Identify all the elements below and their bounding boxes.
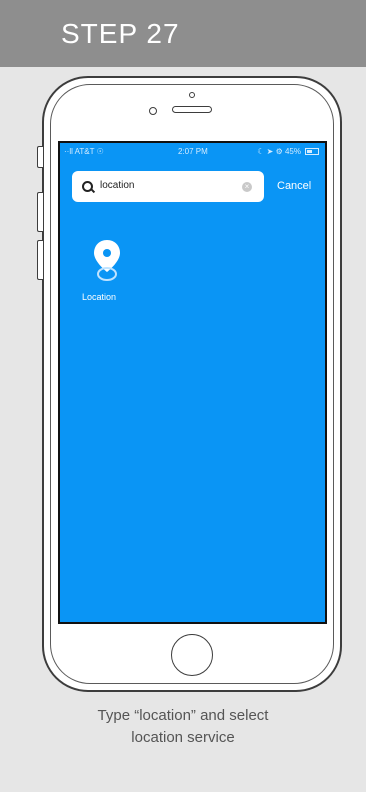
clock: 2:07 PM — [178, 147, 208, 156]
search-icon — [82, 181, 93, 192]
sensor-dot — [189, 92, 195, 98]
search-query: location — [100, 180, 135, 191]
earpiece-speaker — [172, 106, 212, 113]
step-title: STEP 27 — [61, 18, 180, 49]
volume-up-button — [37, 192, 43, 232]
status-bar: ··ll AT&T ☉ 2:07 PM ☾ ➤ ⚙ 45% — [60, 145, 325, 159]
battery-level — [307, 150, 312, 153]
step-header: STEP 27 — [0, 0, 366, 67]
location-pin-icon — [94, 240, 120, 281]
clear-icon[interactable]: × — [242, 182, 252, 192]
status-icons: ☾ ➤ ⚙ 45% — [257, 147, 301, 156]
location-app-label: Location — [81, 292, 117, 302]
battery-icon — [305, 148, 319, 155]
cancel-button[interactable]: Cancel — [277, 180, 311, 192]
home-button — [171, 634, 213, 676]
instruction-caption: Type “location” and select location serv… — [0, 705, 366, 749]
caption-line-1: Type “location” and select — [97, 707, 269, 724]
mute-switch — [37, 146, 43, 168]
caption-line-2: location service — [131, 729, 235, 746]
carrier-label: ··ll AT&T ☉ — [64, 147, 104, 156]
search-input[interactable]: location × — [72, 171, 264, 202]
volume-down-button — [37, 240, 43, 280]
front-camera — [149, 107, 157, 115]
phone-screen: ··ll AT&T ☉ 2:07 PM ☾ ➤ ⚙ 45% location ×… — [58, 141, 327, 624]
location-app-button[interactable] — [82, 238, 132, 283]
